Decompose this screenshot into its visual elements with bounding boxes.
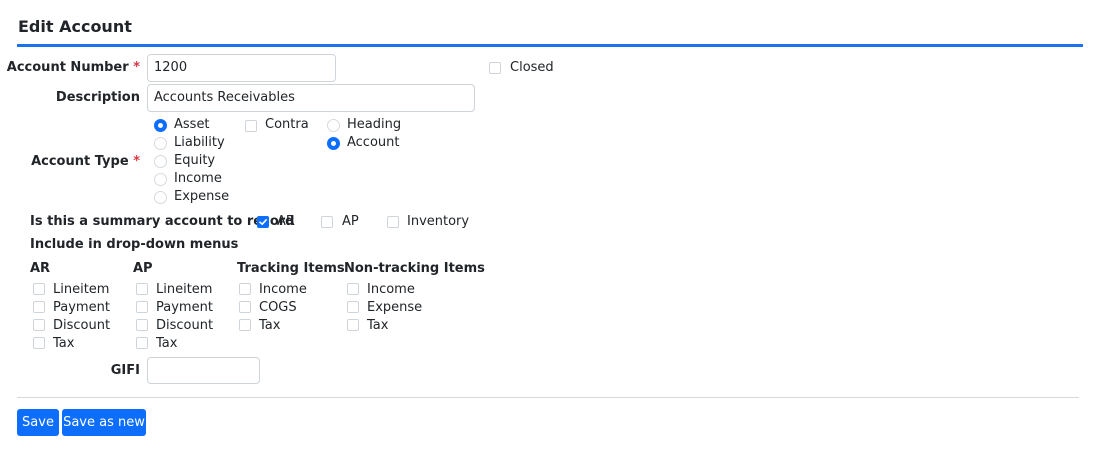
- nontracking-expense-checkbox[interactable]: [347, 301, 359, 313]
- tracking-income-checkbox[interactable]: [239, 283, 251, 295]
- contra-label: Contra: [265, 117, 309, 132]
- summary-ar-checkbox[interactable]: [257, 216, 269, 228]
- nontracking-expense-label: Expense: [367, 300, 423, 315]
- ar-payment-label: Payment: [53, 300, 110, 315]
- summary-ar-label: AR: [277, 214, 295, 229]
- ar-discount-checkbox[interactable]: [33, 319, 45, 331]
- ar-tax-checkbox[interactable]: [33, 337, 45, 349]
- radio-asset-label: Asset: [174, 117, 210, 132]
- account-number-input[interactable]: 1200: [147, 54, 336, 82]
- ap-discount-label: Discount: [156, 318, 214, 333]
- radio-heading-label: Heading: [347, 117, 402, 132]
- radio-equity[interactable]: [154, 155, 167, 168]
- nontracking-income-label: Income: [367, 282, 415, 297]
- summary-label: Is this a summary account to record: [30, 214, 295, 229]
- ar-payment-checkbox[interactable]: [33, 301, 45, 313]
- ar-discount-label: Discount: [53, 318, 111, 333]
- group-tracking-title: Tracking Items: [237, 261, 345, 276]
- group-ar-title: AR: [30, 261, 51, 276]
- group-ap-title: AP: [133, 261, 153, 276]
- title-divider: [17, 44, 1083, 47]
- ap-tax-label: Tax: [156, 336, 178, 351]
- ap-lineitem-checkbox[interactable]: [136, 283, 148, 295]
- nontracking-income-checkbox[interactable]: [347, 283, 359, 295]
- tracking-income-label: Income: [259, 282, 307, 297]
- tracking-tax-label: Tax: [259, 318, 281, 333]
- account-type-label: Account Type *: [31, 154, 140, 169]
- radio-liability-label: Liability: [174, 135, 225, 150]
- ap-tax-checkbox[interactable]: [136, 337, 148, 349]
- summary-ap-checkbox[interactable]: [321, 216, 333, 228]
- radio-expense[interactable]: [154, 191, 167, 204]
- closed-label: Closed: [510, 60, 554, 75]
- dropdown-menus-label: Include in drop-down menus: [30, 237, 239, 252]
- radio-income-label: Income: [174, 171, 222, 186]
- radio-account[interactable]: [327, 137, 340, 150]
- ap-payment-checkbox[interactable]: [136, 301, 148, 313]
- summary-inventory-checkbox[interactable]: [387, 216, 399, 228]
- account-number-label: Account Number *: [6, 60, 140, 75]
- summary-ap-label: AP: [342, 214, 359, 229]
- contra-checkbox[interactable]: [245, 120, 257, 132]
- required-marker: *: [133, 154, 140, 169]
- ap-lineitem-label: Lineitem: [156, 282, 213, 297]
- nontracking-tax-checkbox[interactable]: [347, 319, 359, 331]
- closed-checkbox[interactable]: [489, 62, 501, 74]
- gifi-input[interactable]: [147, 357, 260, 384]
- description-label: Description: [55, 90, 140, 105]
- radio-heading[interactable]: [327, 119, 340, 132]
- tracking-cogs-label: COGS: [259, 300, 297, 315]
- radio-equity-label: Equity: [174, 153, 216, 168]
- ar-tax-label: Tax: [53, 336, 75, 351]
- save-button[interactable]: Save: [17, 409, 59, 436]
- tracking-cogs-checkbox[interactable]: [239, 301, 251, 313]
- radio-expense-label: Expense: [174, 189, 230, 204]
- gifi-label: GIFI: [110, 363, 140, 378]
- ar-lineitem-label: Lineitem: [53, 282, 110, 297]
- form-divider: [17, 397, 1079, 398]
- ar-lineitem-checkbox[interactable]: [33, 283, 45, 295]
- required-marker: *: [133, 60, 140, 75]
- radio-account-label: Account: [347, 135, 400, 150]
- nontracking-tax-label: Tax: [367, 318, 389, 333]
- radio-asset[interactable]: [154, 119, 167, 132]
- page-title: Edit Account: [18, 17, 132, 36]
- ap-payment-label: Payment: [156, 300, 213, 315]
- ap-discount-checkbox[interactable]: [136, 319, 148, 331]
- group-nontracking-title: Non-tracking Items: [344, 261, 485, 276]
- description-input[interactable]: Accounts Receivables: [147, 84, 475, 112]
- radio-income[interactable]: [154, 173, 167, 186]
- radio-liability[interactable]: [154, 137, 167, 150]
- tracking-tax-checkbox[interactable]: [239, 319, 251, 331]
- summary-inventory-label: Inventory: [407, 214, 470, 229]
- save-as-new-button[interactable]: Save as new: [62, 409, 146, 436]
